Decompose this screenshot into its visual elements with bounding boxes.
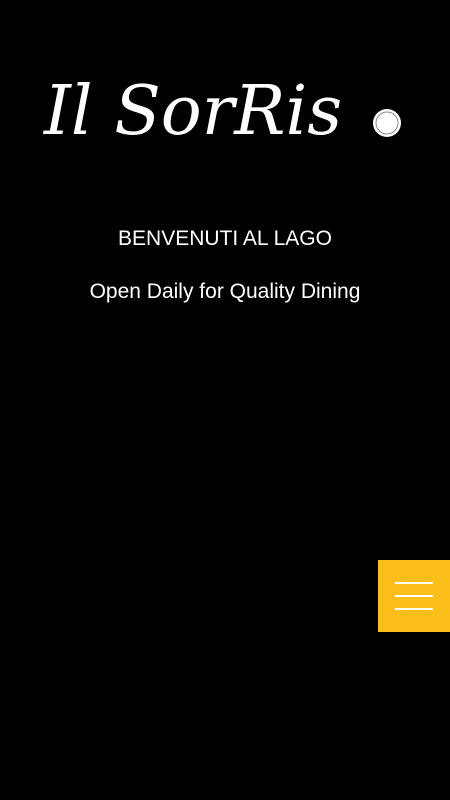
tagline-text: Open Daily for Quality Dining — [89, 280, 361, 303]
menu-bar-middle — [395, 595, 433, 597]
menu-toggle-button[interactable] — [378, 560, 450, 632]
menu-bar-top — [395, 582, 433, 584]
site-logo[interactable]: Il SorRis — [40, 60, 410, 152]
logo-o-circle — [373, 109, 401, 137]
logo-text: Il SorRis — [42, 72, 342, 151]
page: Il SorRis BENVENUTI AL LAGO Open Daily f… — [0, 0, 450, 800]
welcome-heading: BENVENUTI AL LAGO — [118, 227, 332, 250]
menu-bar-bottom — [395, 608, 433, 610]
logo-wordmark: Il SorRis — [42, 72, 401, 151]
hamburger-menu-icon — [395, 582, 433, 610]
